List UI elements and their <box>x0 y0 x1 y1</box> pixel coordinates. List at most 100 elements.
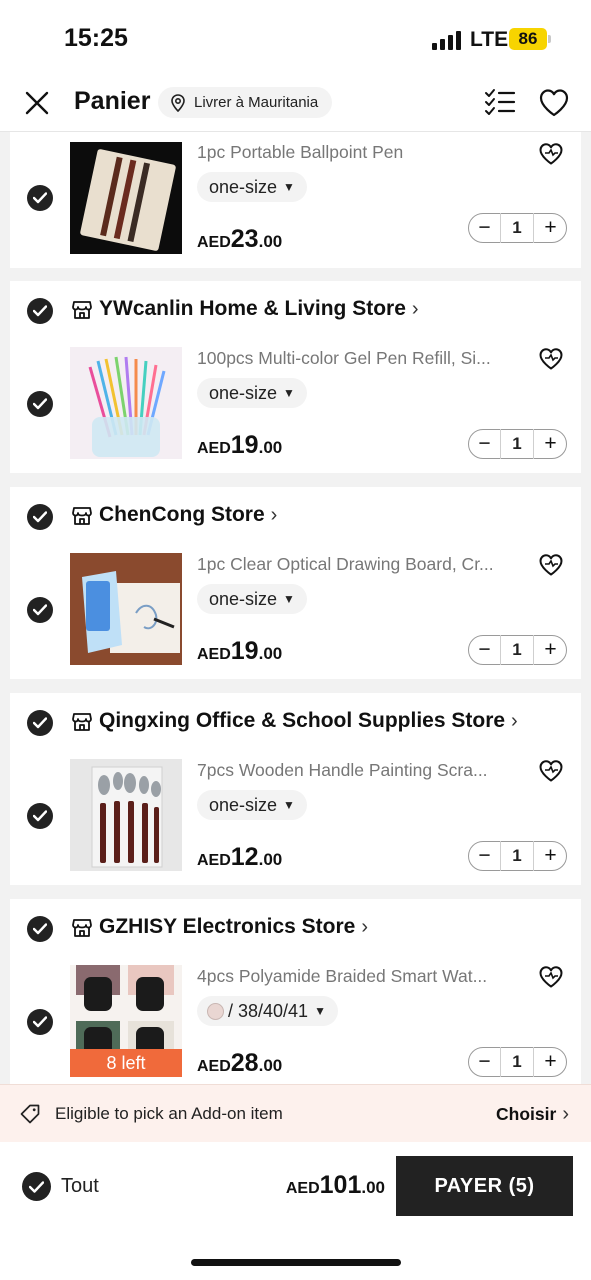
store-checkbox[interactable] <box>27 298 53 324</box>
price-currency: AED <box>197 234 231 251</box>
increase-button[interactable]: + <box>535 214 566 241</box>
store-header[interactable]: YWcanlin Home & Living Store › <box>10 281 581 337</box>
store-name-label: YWcanlin Home & Living Store <box>99 297 406 320</box>
increase-button[interactable]: + <box>535 1048 566 1075</box>
quantity-value[interactable]: 1 <box>500 841 534 871</box>
total-decimal: .00 <box>361 1178 385 1197</box>
decrease-button[interactable]: − <box>469 636 500 663</box>
addon-banner[interactable]: Eligible to pick an Add-on item Choisir › <box>0 1084 591 1142</box>
variant-selector[interactable]: / 38/40/41 ▼ <box>197 996 338 1026</box>
product-name[interactable]: 100pcs Multi-color Gel Pen Refill, Si... <box>197 348 527 369</box>
store-name[interactable]: Qingxing Office & School Supplies Store › <box>99 709 518 733</box>
heart-move-icon[interactable] <box>538 759 564 788</box>
product-image[interactable] <box>70 142 182 254</box>
store-name[interactable]: ChenCong Store › <box>99 503 277 527</box>
store-icon <box>72 919 92 942</box>
product-name[interactable]: 4pcs Polyamide Braided Smart Wat... <box>197 966 527 987</box>
store-header[interactable]: GZHISY Electronics Store › <box>10 899 581 955</box>
chevron-right-icon: › <box>270 504 278 526</box>
status-time: 15:25 <box>64 24 128 52</box>
store-checkbox[interactable] <box>27 916 53 942</box>
quantity-stepper[interactable]: −1 + <box>468 841 567 871</box>
product-image[interactable] <box>70 553 182 665</box>
item-checkbox[interactable] <box>27 185 53 211</box>
quantity-value[interactable]: 1 <box>500 1047 534 1077</box>
price-currency: AED <box>197 1058 231 1075</box>
quantity-value[interactable]: 1 <box>500 429 534 459</box>
heart-move-icon[interactable] <box>538 347 564 376</box>
addon-choose-link[interactable]: Choisir › <box>496 1103 569 1126</box>
ship-to-label: Livrer à Mauritania <box>194 94 319 111</box>
item-checkbox[interactable] <box>27 391 53 417</box>
price-integer: 28 <box>230 1049 259 1077</box>
quantity-stepper[interactable]: −1 + <box>468 429 567 459</box>
quantity-stepper[interactable]: −1 + <box>468 213 567 243</box>
store-group: Qingxing Office & School Supplies Store ›… <box>10 693 581 885</box>
heart-move-icon[interactable] <box>538 553 564 582</box>
item-price: AED19.00 <box>197 637 282 666</box>
variant-label: one-size <box>209 177 278 197</box>
quantity-value[interactable]: 1 <box>500 635 534 665</box>
checkout-button[interactable]: PAYER (5) <box>396 1156 573 1216</box>
quantity-value[interactable]: 1 <box>500 213 534 243</box>
item-checkbox[interactable] <box>27 1009 53 1035</box>
store-name[interactable]: GZHISY Electronics Store › <box>99 915 368 939</box>
store-group: GZHISY Electronics Store › 8 left 4pcs Po… <box>10 899 581 1084</box>
heart-move-icon[interactable] <box>538 965 564 994</box>
item-checkbox[interactable] <box>27 597 53 623</box>
store-checkbox[interactable] <box>27 504 53 530</box>
price-currency: AED <box>197 440 231 457</box>
cart-list[interactable]: 1pc Portable Ballpoint Pen one-size ▼ AED… <box>0 132 591 1084</box>
color-swatch <box>207 1003 224 1020</box>
chevron-right-icon: › <box>511 710 518 732</box>
product-image[interactable] <box>70 347 182 459</box>
variant-selector[interactable]: one-size ▼ <box>197 378 307 408</box>
signal-icon <box>432 30 462 50</box>
store-checkbox[interactable] <box>27 710 53 736</box>
variant-label: one-size <box>209 383 278 403</box>
chevron-down-icon: ▼ <box>283 180 295 194</box>
cart-header: Panier Livrer à Mauritania <box>0 74 591 132</box>
product-name[interactable]: 1pc Clear Optical Drawing Board, Cr... <box>197 554 527 575</box>
select-all-label[interactable]: Tout <box>61 1175 99 1198</box>
price-decimal: .00 <box>258 438 283 457</box>
item-checkbox[interactable] <box>27 803 53 829</box>
tag-icon <box>20 1104 40 1129</box>
store-header[interactable]: Qingxing Office & School Supplies Store › <box>10 693 581 749</box>
store-name[interactable]: YWcanlin Home & Living Store › <box>99 297 419 321</box>
variant-selector[interactable]: one-size ▼ <box>197 584 307 614</box>
close-icon[interactable] <box>22 88 52 118</box>
increase-button[interactable]: + <box>535 430 566 457</box>
quantity-stepper[interactable]: −1 + <box>468 635 567 665</box>
increase-button[interactable]: + <box>535 636 566 663</box>
variant-label: one-size <box>209 589 278 609</box>
product-image[interactable] <box>70 759 182 871</box>
quantity-stepper[interactable]: −1 + <box>468 1047 567 1077</box>
checklist-icon[interactable] <box>484 88 516 121</box>
heart-icon[interactable] <box>538 88 570 123</box>
price-integer: 19 <box>230 431 259 459</box>
decrease-button[interactable]: − <box>469 842 500 869</box>
product-name[interactable]: 7pcs Wooden Handle Painting Scra... <box>197 760 527 781</box>
heart-move-icon[interactable] <box>538 142 564 171</box>
store-group: YWcanlin Home & Living Store › 100pcs Mul… <box>10 281 581 473</box>
product-name[interactable]: 1pc Portable Ballpoint Pen <box>197 142 527 163</box>
decrease-button[interactable]: − <box>469 1048 500 1075</box>
decrease-button[interactable]: − <box>469 214 500 241</box>
store-name-label: GZHISY Electronics Store <box>99 915 356 938</box>
stock-badge: 8 left <box>70 1049 182 1077</box>
cart-item: 1pc Portable Ballpoint Pen one-size ▼ AED… <box>10 132 581 268</box>
total-currency: AED <box>285 1180 320 1197</box>
variant-selector[interactable]: one-size ▼ <box>197 172 307 202</box>
variant-selector[interactable]: one-size ▼ <box>197 790 307 820</box>
checkout-bar: Tout AED101.00 PAYER (5) <box>0 1142 591 1280</box>
select-all-checkbox[interactable] <box>22 1172 51 1201</box>
price-decimal: .00 <box>258 644 283 663</box>
item-price: AED19.00 <box>197 431 282 460</box>
chevron-right-icon: › <box>562 1103 569 1125</box>
increase-button[interactable]: + <box>535 842 566 869</box>
product-image[interactable]: 8 left <box>70 965 182 1077</box>
ship-to-selector[interactable]: Livrer à Mauritania <box>158 87 333 118</box>
decrease-button[interactable]: − <box>469 430 500 457</box>
store-header[interactable]: ChenCong Store › <box>10 487 581 543</box>
